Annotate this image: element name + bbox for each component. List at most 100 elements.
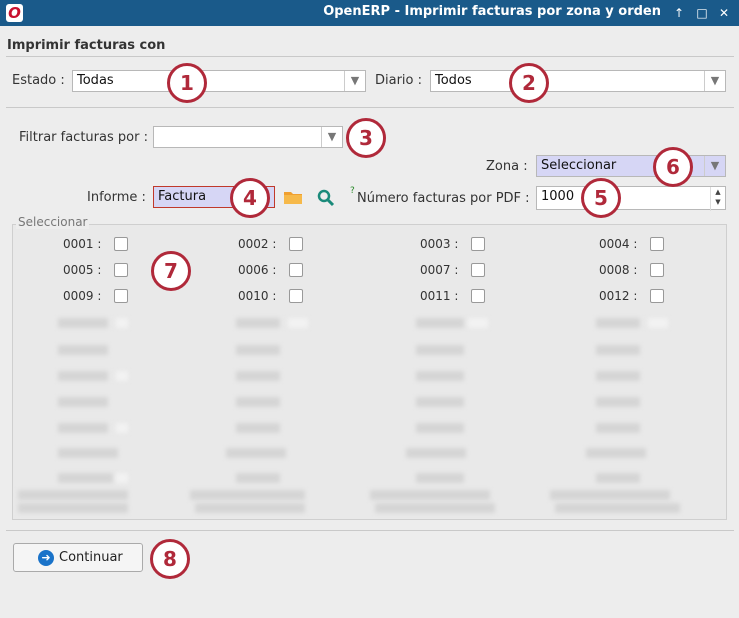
checkbox[interactable] xyxy=(289,263,303,277)
blurred-row xyxy=(58,318,108,328)
checkbox[interactable] xyxy=(114,263,128,277)
annotation-badge: 3 xyxy=(346,118,386,158)
blurred-row xyxy=(596,371,640,381)
item-label: 0006 : xyxy=(238,263,277,277)
blurred-row xyxy=(375,503,495,513)
diario-label: Diario : xyxy=(375,73,423,88)
blurred-row xyxy=(190,490,305,500)
divider xyxy=(6,530,734,531)
annotation-badge: 5 xyxy=(581,178,621,218)
blurred-row xyxy=(58,448,118,458)
blurred-row xyxy=(596,397,640,407)
annotation-badge: 7 xyxy=(151,251,191,291)
blurred-row xyxy=(58,473,113,483)
window-maximize-button[interactable]: □ xyxy=(694,4,710,22)
diario-value: Todos xyxy=(435,73,472,88)
chevron-down-icon: ▼ xyxy=(321,127,342,147)
blurred-row xyxy=(236,371,280,381)
blurred-row xyxy=(226,448,286,458)
checkbox[interactable] xyxy=(471,237,485,251)
blurred-row xyxy=(550,490,670,500)
window-close-button[interactable]: ✕ xyxy=(716,4,732,22)
continuar-label: Continuar xyxy=(59,550,123,565)
estado-value: Todas xyxy=(77,73,114,88)
annotation-badge: 2 xyxy=(509,63,549,103)
estado-label: Estado : xyxy=(12,73,65,88)
numero-value: 1000 xyxy=(541,189,575,204)
item-label: 0003 : xyxy=(420,237,459,251)
help-icon[interactable]: ? xyxy=(350,186,355,196)
blurred-row xyxy=(416,318,464,328)
blurred-row xyxy=(416,473,464,483)
item-label: 0004 : xyxy=(599,237,638,251)
item-label: 0005 : xyxy=(63,263,102,277)
blurred-row xyxy=(116,473,128,483)
blurred-row xyxy=(58,397,108,407)
blurred-row xyxy=(406,448,466,458)
continuar-button[interactable]: ➜ Continuar xyxy=(13,543,143,572)
blurred-row xyxy=(58,345,108,355)
diario-select[interactable]: Todos ▼ xyxy=(430,70,726,92)
blurred-row xyxy=(116,371,128,381)
blurred-row xyxy=(116,318,128,328)
divider xyxy=(6,107,734,108)
blurred-row xyxy=(236,397,280,407)
blurred-row xyxy=(596,345,640,355)
checkbox[interactable] xyxy=(650,237,664,251)
window-titlebar: O OpenERP - Imprimir facturas por zona y… xyxy=(0,0,739,26)
blurred-row xyxy=(468,318,488,328)
spin-arrows-icon[interactable]: ▲ ▼ xyxy=(710,187,725,211)
blurred-row xyxy=(416,371,464,381)
blurred-row xyxy=(18,490,128,500)
item-label: 0001 : xyxy=(63,237,102,251)
chevron-down-icon: ▼ xyxy=(704,71,725,91)
zona-label: Zona : xyxy=(486,159,528,174)
window-raise-button[interactable]: ↑ xyxy=(671,4,687,22)
group-title: Seleccionar xyxy=(16,215,90,229)
estado-select[interactable]: Todas ▼ xyxy=(72,70,366,92)
checkbox[interactable] xyxy=(471,263,485,277)
checkbox[interactable] xyxy=(289,289,303,303)
item-label: 0008 : xyxy=(599,263,638,277)
annotation-badge: 4 xyxy=(230,178,270,218)
blurred-row xyxy=(370,490,490,500)
blurred-row xyxy=(596,423,640,433)
blurred-row xyxy=(648,318,668,328)
blurred-row xyxy=(58,371,108,381)
window-title: OpenERP - Imprimir facturas por zona y o… xyxy=(323,4,661,19)
blurred-row xyxy=(236,345,280,355)
checkbox[interactable] xyxy=(650,263,664,277)
checkbox[interactable] xyxy=(471,289,485,303)
checkbox[interactable] xyxy=(650,289,664,303)
informe-label: Informe : xyxy=(87,190,146,205)
annotation-badge: 6 xyxy=(653,147,693,187)
openerp-logo-icon: O xyxy=(6,4,23,22)
blurred-row xyxy=(236,318,280,328)
blurred-row xyxy=(18,503,128,513)
blurred-row xyxy=(596,473,640,483)
blurred-row xyxy=(416,423,464,433)
blurred-row xyxy=(586,448,646,458)
item-label: 0012 : xyxy=(599,289,638,303)
checkbox[interactable] xyxy=(114,237,128,251)
filtrar-label: Filtrar facturas por : xyxy=(19,130,148,145)
annotation-badge: 8 xyxy=(150,539,190,579)
blurred-row xyxy=(236,423,280,433)
filtrar-select[interactable]: ▼ xyxy=(153,126,343,148)
blurred-row xyxy=(116,423,128,433)
search-icon[interactable] xyxy=(317,189,335,207)
item-label: 0009 : xyxy=(63,289,102,303)
checkbox[interactable] xyxy=(289,237,303,251)
chevron-down-icon: ▼ xyxy=(704,156,725,176)
checkbox[interactable] xyxy=(114,289,128,303)
folder-icon[interactable] xyxy=(283,189,303,205)
section-title: Imprimir facturas con xyxy=(7,38,166,53)
blurred-row xyxy=(288,318,308,328)
informe-value: Factura xyxy=(158,189,207,204)
arrow-right-icon: ➜ xyxy=(38,550,54,566)
annotation-badge: 1 xyxy=(167,63,207,103)
numero-spinbox[interactable]: 1000 ▲ ▼ xyxy=(536,186,726,211)
zona-value: Seleccionar xyxy=(541,158,617,173)
zona-select[interactable]: Seleccionar ▼ xyxy=(536,155,726,177)
item-label: 0007 : xyxy=(420,263,459,277)
